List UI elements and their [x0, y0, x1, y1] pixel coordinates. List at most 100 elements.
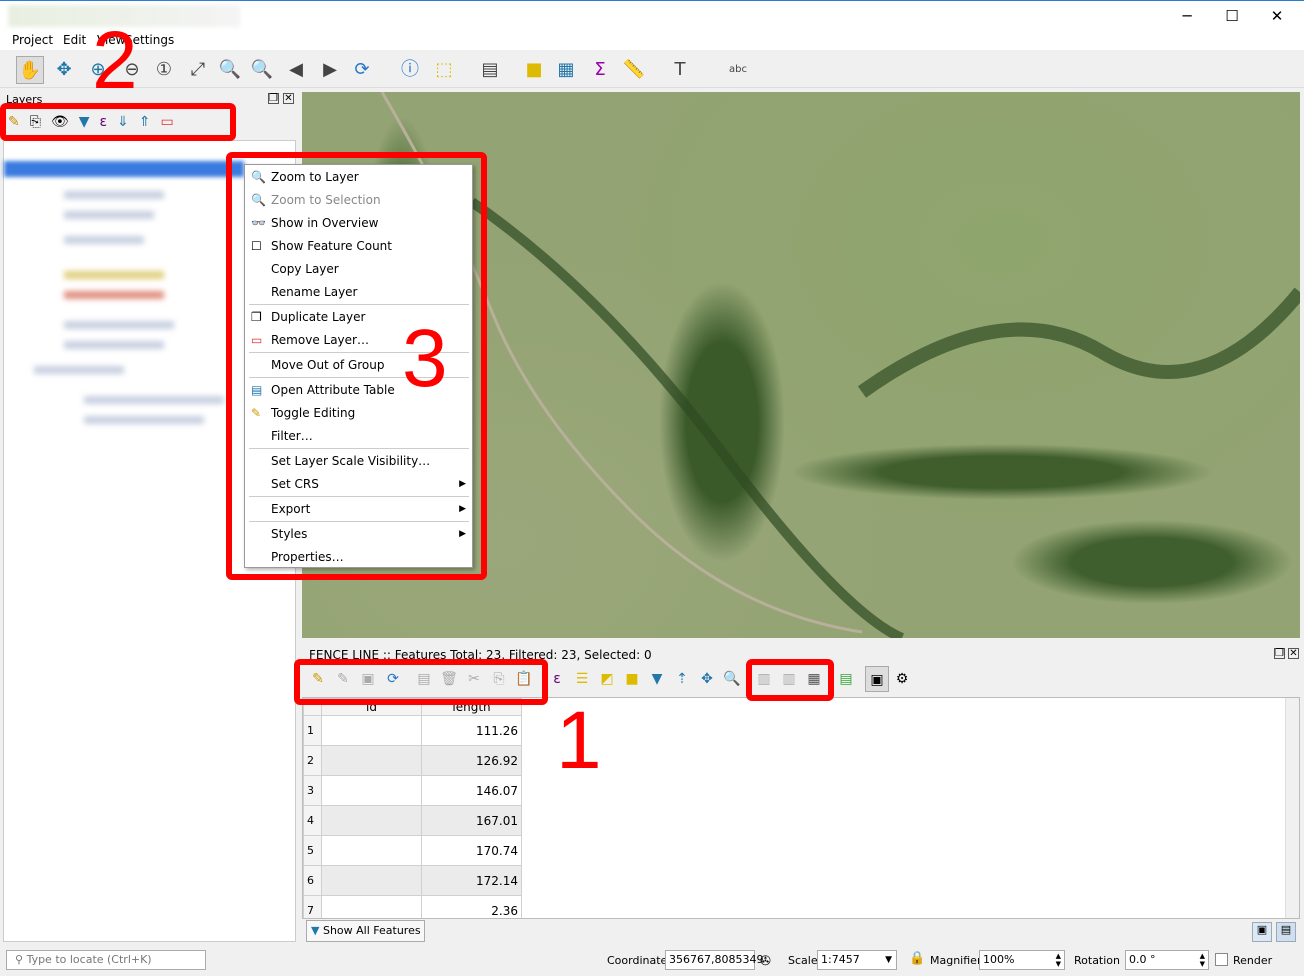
close-table-icon[interactable]: ✕ [1288, 648, 1299, 659]
conditional-formatting-icon[interactable]: ▤ [834, 666, 858, 692]
select-features-icon[interactable]: ⬚ [430, 56, 458, 84]
minimize-button[interactable]: ─ [1172, 5, 1202, 27]
lock-icon[interactable]: 🔒 [909, 951, 925, 966]
filter-select-icon[interactable]: ▼ [645, 666, 669, 692]
maximize-button[interactable]: ☐ [1217, 5, 1247, 27]
annotation-box-2 [0, 103, 236, 141]
table-scrollbar[interactable] [1285, 698, 1299, 918]
cell-length[interactable]: 2.36 [421, 895, 522, 918]
deselect-all-icon[interactable]: ■ [620, 666, 644, 692]
row-header[interactable]: 5 [303, 835, 322, 866]
cell-id[interactable] [321, 775, 422, 806]
cell-length[interactable]: 126.92 [421, 745, 522, 776]
cell-id[interactable] [321, 805, 422, 836]
table-row[interactable]: 3 146.07 [303, 775, 522, 806]
show-all-features-label: Show All Features [322, 924, 421, 937]
row-header[interactable]: 1 [303, 715, 322, 746]
table-row[interactable]: 1 111.26 [303, 715, 522, 746]
scale-label: Scale [788, 954, 818, 967]
annotation-box-3 [226, 152, 487, 580]
statistics-icon[interactable]: Σ [586, 56, 614, 84]
pan-to-selected-icon[interactable]: ✥ [695, 666, 719, 692]
zoom-next-icon[interactable]: ▶ [316, 56, 344, 84]
pan-to-selection-icon[interactable]: ✥ [50, 56, 78, 84]
show-all-features-button[interactable]: ▼ Show All Features [306, 920, 425, 942]
row-header[interactable]: 7 [303, 895, 322, 918]
magnifier-spinbox[interactable]: 100% ▲ ▼ [979, 950, 1065, 970]
float-table-icon[interactable]: ❐ [1274, 648, 1285, 659]
cell-id[interactable] [321, 865, 422, 896]
toggle-extents-icon[interactable]: ✇ [760, 954, 771, 969]
label-icon[interactable]: abc [724, 56, 752, 84]
dock-table-icon[interactable]: ▣ [865, 666, 889, 692]
annotation-number-2: 2 [92, 15, 138, 106]
menu-edit[interactable]: Edit [63, 33, 86, 47]
pan-hand-icon[interactable]: ✋ [16, 56, 44, 84]
table-row[interactable]: 7 2.36 [303, 895, 522, 918]
cell-length[interactable]: 167.01 [421, 805, 522, 836]
table-row[interactable]: 4 167.01 [303, 805, 522, 836]
identify-icon[interactable]: ⓘ [396, 56, 424, 84]
locator-search-input[interactable]: ⚲ Type to locate (Ctrl+K) [6, 950, 206, 970]
zoom-full-icon[interactable]: ⤢ [184, 56, 212, 84]
select-by-value-icon[interactable]: ▤ [476, 56, 504, 84]
zoom-to-selected-icon[interactable]: 🔍 [720, 666, 744, 692]
map-navigation-toolbar: ✋ ✥ ⊕ ⊖ ① ⤢ 🔍 🔍 ◀ ▶ ⟳ ⓘ ⬚ ▤ ■ ▦ Σ 📏 Tabc [0, 52, 1304, 88]
cell-id[interactable] [321, 835, 422, 866]
rotation-spinbox[interactable]: 0.0 ° ▲ ▼ [1125, 950, 1209, 970]
refresh-icon[interactable]: ⟳ [348, 56, 376, 84]
annotation-number-3: 3 [402, 313, 448, 404]
table-row[interactable]: 5 170.74 [303, 835, 522, 866]
cell-id[interactable] [321, 745, 422, 776]
menu-project[interactable]: Project [12, 33, 53, 47]
attribute-table: id length 1 111.26 2 126.92 3 146.07 4 167.01 5 17… [303, 698, 522, 918]
cell-length[interactable]: 111.26 [421, 715, 522, 746]
render-label: Render [1233, 954, 1273, 967]
measure-icon[interactable]: 📏 [620, 56, 648, 84]
zoom-to-selection-icon[interactable]: 🔍 [216, 56, 244, 84]
row-header[interactable]: 3 [303, 775, 322, 806]
search-icon: ⚲ [15, 953, 24, 966]
render-checkbox[interactable] [1215, 953, 1228, 966]
cell-length[interactable]: 172.14 [421, 865, 522, 896]
annotation-box-1b [746, 659, 834, 701]
zoom-last-icon[interactable]: ◀ [282, 56, 310, 84]
table-row[interactable]: 6 172.14 [303, 865, 522, 896]
table-row[interactable]: 2 126.92 [303, 745, 522, 776]
cell-length[interactable]: 146.07 [421, 775, 522, 806]
select-all-icon[interactable]: ☰ [570, 666, 594, 692]
attribute-table-icon[interactable]: ▦ [552, 56, 580, 84]
row-header[interactable]: 4 [303, 805, 322, 836]
text-annotation-icon[interactable]: T [666, 56, 694, 84]
selected-layer-row[interactable] [4, 161, 244, 177]
zoom-to-layer-icon[interactable]: 🔍 [248, 56, 276, 84]
deselect-icon[interactable]: ■ [520, 56, 548, 84]
invert-selection-icon[interactable]: ◩ [595, 666, 619, 692]
actions-icon[interactable]: ⚙ [890, 666, 914, 692]
rotation-label: Rotation [1074, 954, 1121, 967]
menu-bar: Project Edit View Settings [0, 30, 1304, 50]
move-selection-top-icon[interactable]: ⇡ [670, 666, 694, 692]
title-bar: ─ ☐ ✕ [0, 0, 1304, 30]
status-bar: ⚲ Type to locate (Ctrl+K) Coordinate 356… [0, 946, 1304, 976]
row-header[interactable]: 2 [303, 745, 322, 776]
float-panel-icon[interactable]: ❐ [268, 93, 279, 104]
select-by-expression-icon[interactable]: ε [545, 666, 569, 692]
close-button[interactable]: ✕ [1262, 5, 1292, 27]
annotation-box-1a [294, 659, 548, 705]
form-view-icon[interactable]: ▣ [1252, 922, 1272, 942]
row-header[interactable]: 6 [303, 865, 322, 896]
spin-arrows-icon[interactable]: ▲ ▼ [1200, 952, 1205, 968]
scale-combo[interactable]: 1:7457 ▼ [817, 950, 897, 970]
cell-id[interactable] [321, 715, 422, 746]
zoom-native-icon[interactable]: ① [150, 56, 178, 84]
spin-arrows-icon[interactable]: ▲ ▼ [1056, 952, 1061, 968]
table-view-icon[interactable]: ▤ [1276, 922, 1296, 942]
close-panel-icon[interactable]: ✕ [283, 93, 294, 104]
cell-id[interactable] [321, 895, 422, 918]
filter-icon: ▼ [311, 924, 320, 937]
cell-length[interactable]: 170.74 [421, 835, 522, 866]
attribute-table-grid[interactable]: id length 1 111.26 2 126.92 3 146.07 4 167.01 5 17… [302, 697, 1300, 919]
coordinate-field[interactable]: 356767,8085349 [665, 950, 763, 970]
coordinate-label: Coordinate [607, 954, 668, 967]
